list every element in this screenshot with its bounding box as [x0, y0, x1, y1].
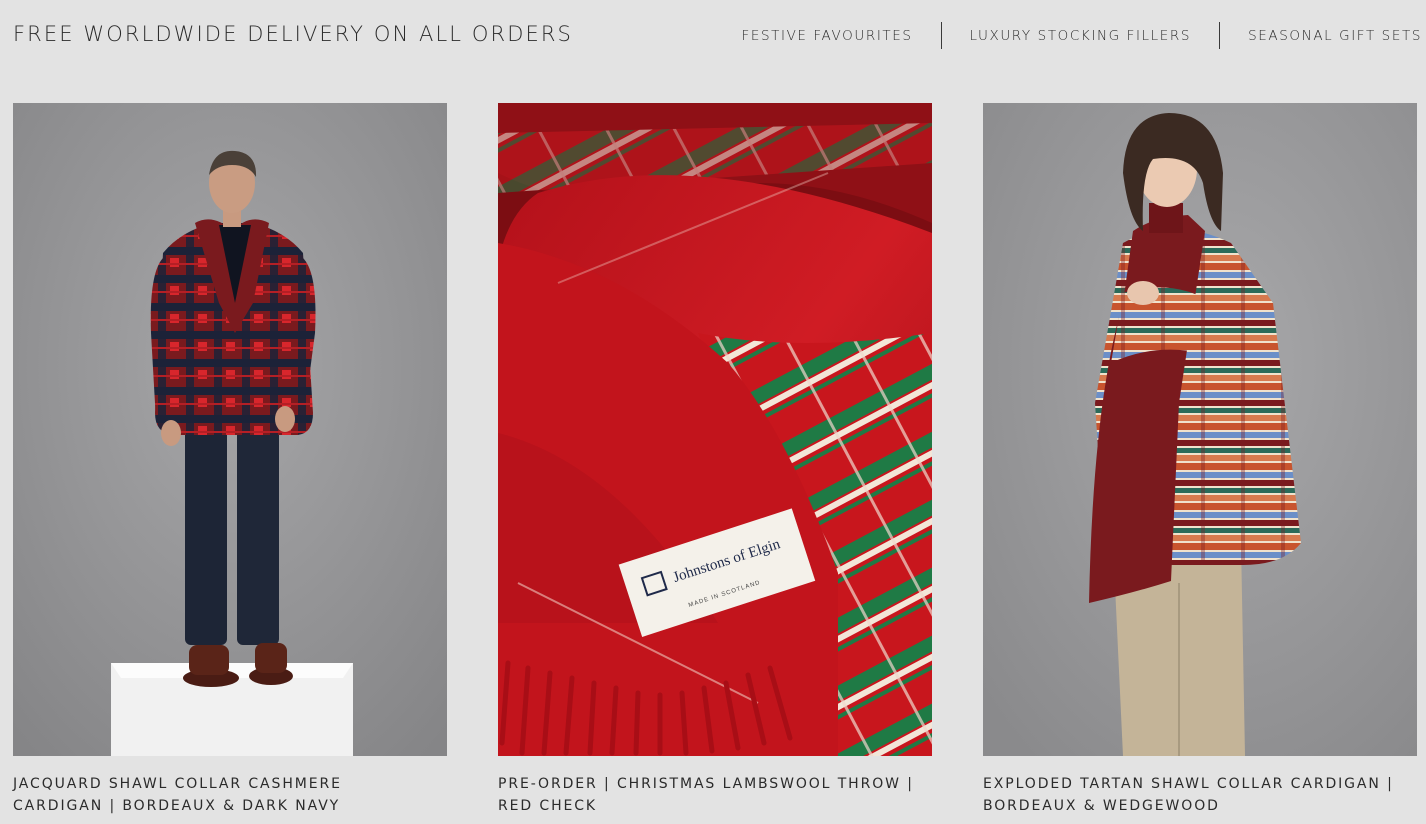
- product-image-cashmere-cardigan[interactable]: [13, 103, 447, 756]
- nav-link-seasonal-gift-sets[interactable]: SEASONAL GIFT SETS: [1248, 28, 1422, 44]
- product-card: JACQUARD SHAWL COLLAR CASHMERE CARDIGAN …: [13, 103, 447, 817]
- nav-link-luxury-stocking-fillers[interactable]: LUXURY STOCKING FILLERS: [970, 28, 1192, 44]
- product-title[interactable]: JACQUARD SHAWL COLLAR CASHMERE CARDIGAN …: [13, 773, 433, 817]
- collection-nav: FESTIVE FAVOURITES LUXURY STOCKING FILLE…: [741, 22, 1422, 49]
- product-title[interactable]: EXPLODED TARTAN SHAWL COLLAR CARDIGAN | …: [983, 773, 1403, 817]
- nav-link-festive-favourites[interactable]: FESTIVE FAVOURITES: [741, 28, 912, 44]
- product-card: Johnstons of Elgin MADE IN SCOTLAND PRE-…: [498, 103, 932, 817]
- site-header: FREE WORLDWIDE DELIVERY ON ALL ORDERS FE…: [0, 0, 1426, 70]
- nav-divider: [940, 22, 942, 49]
- product-card: EXPLODED TARTAN SHAWL COLLAR CARDIGAN | …: [983, 103, 1417, 817]
- product-image-lambswool-throw[interactable]: Johnstons of Elgin MADE IN SCOTLAND: [498, 103, 932, 756]
- delivery-banner: FREE WORLDWIDE DELIVERY ON ALL ORDERS: [13, 22, 573, 46]
- page: FREE WORLDWIDE DELIVERY ON ALL ORDERS FE…: [0, 0, 1426, 824]
- nav-divider: [1219, 22, 1221, 49]
- product-title[interactable]: PRE-ORDER | CHRISTMAS LAMBSWOOL THROW | …: [498, 773, 918, 817]
- product-image-tartan-cardigan[interactable]: [983, 103, 1417, 756]
